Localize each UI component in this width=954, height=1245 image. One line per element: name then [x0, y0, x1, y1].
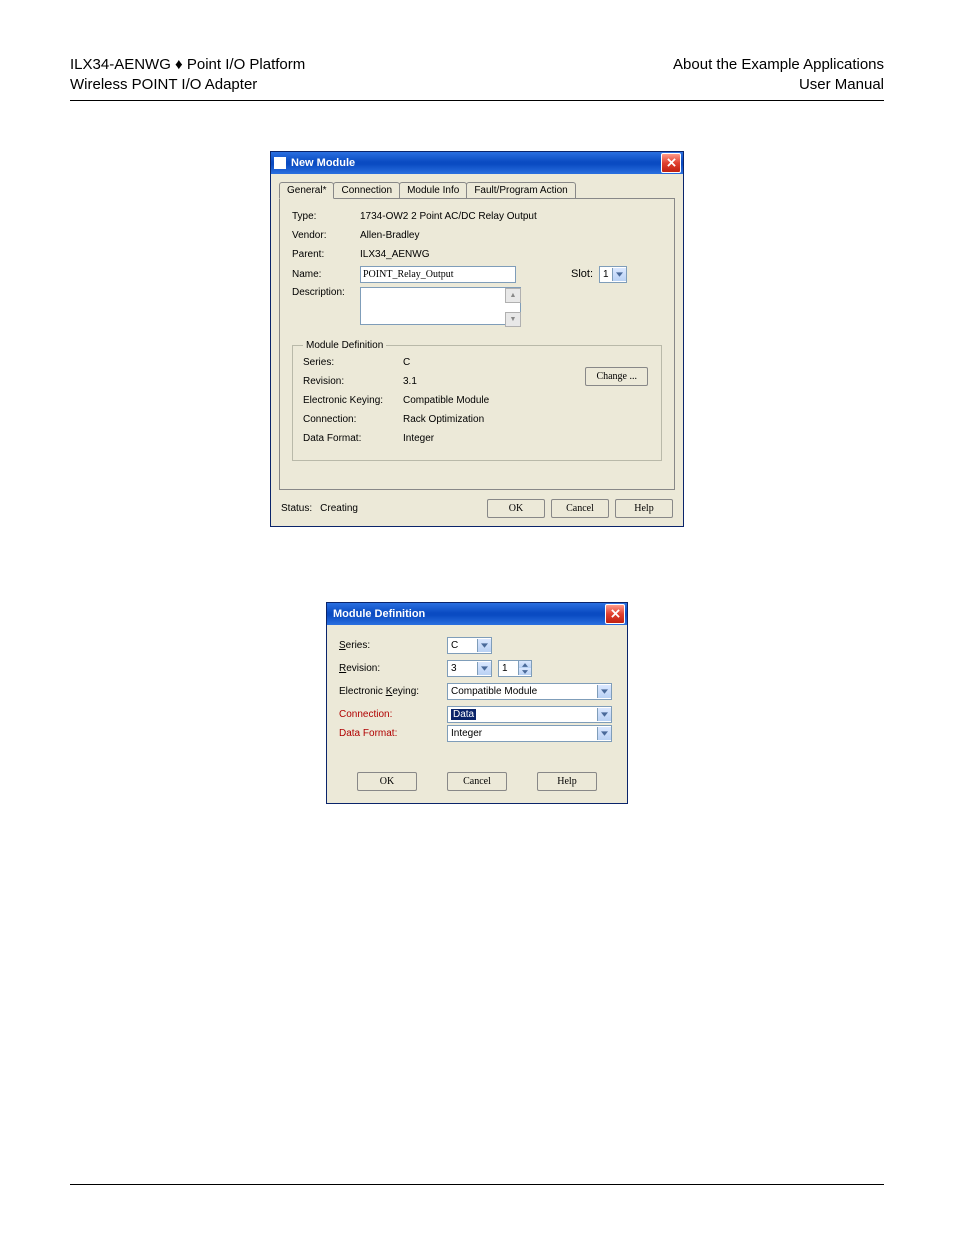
scroll-up-icon[interactable]: ▲ [505, 288, 521, 303]
new-module-dialog: New Module General* Connection Module In… [270, 151, 684, 527]
ok-button[interactable]: OK [487, 499, 545, 518]
change-button[interactable]: Change ... [585, 367, 648, 386]
dataformat-dropdown[interactable]: Integer [447, 725, 612, 742]
revision-minor-stepper[interactable]: 1 [498, 660, 532, 677]
header-product: ILX34-AENWG ♦ Point I/O Platform [70, 55, 305, 75]
ek-label: Electronic Keying: [339, 686, 447, 697]
series-label: Series: [303, 357, 403, 368]
connection-value: Data [451, 709, 476, 720]
step-down-icon[interactable] [518, 668, 531, 675]
ek-label: Electronic Keying: [303, 395, 403, 406]
tab-general[interactable]: General* [279, 182, 334, 199]
revision-major-value: 3 [451, 663, 457, 674]
revision-label: Revision: [339, 663, 447, 674]
revision-value: 3.1 [403, 376, 417, 387]
cancel-button[interactable]: Cancel [551, 499, 609, 518]
step-up-icon[interactable] [518, 661, 531, 668]
slot-value: 1 [603, 269, 609, 280]
divider [70, 1184, 884, 1185]
series-value: C [403, 357, 410, 368]
type-value: 1734-OW2 2 Point AC/DC Relay Output [360, 211, 537, 222]
window-title: Module Definition [330, 608, 605, 620]
description-label: Description: [292, 287, 360, 298]
ek-dropdown[interactable]: Compatible Module [447, 683, 612, 700]
titlebar[interactable]: New Module [271, 152, 683, 174]
connection-dropdown[interactable]: Data [447, 706, 612, 723]
scroll-down-icon[interactable]: ▼ [505, 312, 521, 327]
chevron-down-icon [477, 662, 491, 675]
dataformat-label: Data Format: [339, 728, 447, 739]
revision-major-dropdown[interactable]: 3 [447, 660, 492, 677]
titlebar[interactable]: Module Definition [327, 603, 627, 625]
series-value: C [451, 640, 458, 651]
chevron-down-icon [597, 708, 611, 721]
header-product-code: ILX34-AENWG [70, 56, 171, 73]
vendor-value: Allen-Bradley [360, 230, 419, 241]
connection-value: Rack Optimization [403, 414, 484, 425]
divider [70, 100, 884, 101]
module-definition-legend: Module Definition [303, 340, 386, 351]
help-button[interactable]: Help [537, 772, 597, 791]
help-button[interactable]: Help [615, 499, 673, 518]
slot-dropdown[interactable]: 1 [599, 266, 627, 283]
description-field[interactable] [360, 287, 521, 325]
chevron-down-icon [597, 685, 611, 698]
parent-value: ILX34_AENWG [360, 249, 429, 260]
chevron-down-icon [612, 268, 626, 281]
connection-label: Connection: [303, 414, 403, 425]
header-doc-type: User Manual [673, 75, 884, 95]
header-section: About the Example Applications [673, 55, 884, 75]
tab-connection[interactable]: Connection [333, 182, 400, 199]
parent-label: Parent: [292, 249, 360, 260]
series-label: Series: [339, 640, 447, 651]
module-definition-group: Module Definition Change ... Series:C Re… [292, 340, 662, 461]
cancel-button[interactable]: Cancel [447, 772, 507, 791]
connection-label: Connection: [339, 709, 447, 720]
tab-strip: General* Connection Module Info Fault/Pr… [271, 174, 683, 199]
status-value: Creating [320, 503, 358, 514]
slot-label: Slot: [571, 268, 593, 280]
tab-fault-program[interactable]: Fault/Program Action [466, 182, 575, 199]
header-product-desc: Point I/O Platform [183, 56, 306, 73]
chevron-down-icon [477, 639, 491, 652]
tab-module-info[interactable]: Module Info [399, 182, 467, 199]
revision-label: Revision: [303, 376, 403, 387]
diamond-icon: ♦ [171, 56, 183, 73]
ok-button[interactable]: OK [357, 772, 417, 791]
ek-value: Compatible Module [451, 686, 537, 697]
name-label: Name: [292, 269, 360, 280]
close-icon[interactable] [661, 153, 681, 173]
series-dropdown[interactable]: C [447, 637, 492, 654]
module-definition-dialog: Module Definition Series: C Revision: 3 [326, 602, 628, 804]
header-product-sub: Wireless POINT I/O Adapter [70, 75, 305, 95]
ek-value: Compatible Module [403, 395, 489, 406]
dataformat-value: Integer [403, 433, 434, 444]
window-title: New Module [291, 157, 661, 169]
close-icon[interactable] [605, 604, 625, 624]
revision-minor-value: 1 [499, 663, 518, 674]
type-label: Type: [292, 211, 360, 222]
window-icon [274, 157, 286, 169]
name-field[interactable] [360, 266, 516, 283]
chevron-down-icon [597, 727, 611, 740]
dataformat-value: Integer [451, 728, 482, 739]
status-label: Status: [281, 503, 312, 514]
tab-panel-general: Type: 1734-OW2 2 Point AC/DC Relay Outpu… [279, 198, 675, 490]
vendor-label: Vendor: [292, 230, 360, 241]
dataformat-label: Data Format: [303, 433, 403, 444]
